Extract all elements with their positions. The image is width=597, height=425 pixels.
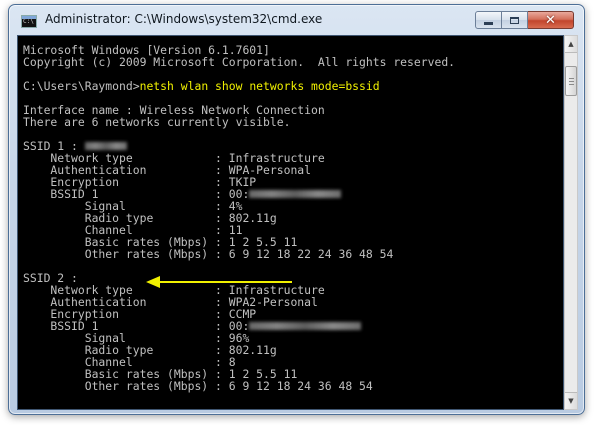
cmd-window: C:\ Administrator: C:\Windows\system32\c… <box>8 4 585 415</box>
cmd-icon-text: C:\ <box>23 18 34 25</box>
field-value: 802.11g <box>228 343 277 357</box>
console-text-area: Microsoft Windows [Version 6.1.7601] Cop… <box>23 44 455 392</box>
scroll-up-arrow-icon: ▲ <box>568 39 574 48</box>
minimize-icon <box>484 21 493 25</box>
console-output[interactable]: Microsoft Windows [Version 6.1.7601] Cop… <box>17 35 564 410</box>
redacted-bssid-2 <box>249 321 362 330</box>
grip-line <box>569 81 574 82</box>
scroll-down-arrow-icon: ▼ <box>568 396 574 405</box>
network-count-line: There are 6 networks currently visible. <box>23 115 291 129</box>
field-label: Other rates (Mbps) : <box>23 379 229 393</box>
ssid-1-other-rates: Other rates (Mbps) : 6 9 12 18 22 24 36 … <box>23 248 455 260</box>
field-value: 6 9 12 18 22 24 36 48 54 <box>228 247 394 261</box>
maximize-icon <box>510 16 519 24</box>
close-icon: ✕ <box>545 12 556 28</box>
annotation-arrow <box>146 276 292 288</box>
vertical-scrollbar[interactable]: ▲ ▼ <box>564 35 578 410</box>
close-button[interactable]: ✕ <box>528 11 574 29</box>
minimize-button[interactable] <box>475 11 502 29</box>
command-line: C:\Users\Raymond>netsh wlan show network… <box>23 80 455 92</box>
scroll-thumb[interactable] <box>565 66 577 96</box>
redacted-bssid-1 <box>249 189 342 198</box>
console-line: Copyright (c) 2009 Microsoft Corporation… <box>23 55 456 69</box>
typed-command: netsh wlan show networks mode=bssid <box>139 79 380 93</box>
field-value: 6 9 12 18 24 36 48 54 <box>228 379 373 393</box>
grip-line <box>569 78 574 79</box>
cmd-icon[interactable]: C:\ <box>21 15 37 28</box>
prompt: C:\Users\Raymond> <box>23 79 140 93</box>
scroll-up-button[interactable]: ▲ <box>565 36 577 53</box>
redacted-ssid-1 <box>84 141 127 150</box>
ssid-2-other-rates: Other rates (Mbps) : 6 9 12 18 24 36 48 … <box>23 380 455 392</box>
arrow-head <box>146 276 160 288</box>
window-title: Administrator: C:\Windows\system32\cmd.e… <box>45 12 323 26</box>
grip-line <box>569 84 574 85</box>
title-bar[interactable]: C:\ Administrator: C:\Windows\system32\c… <box>9 5 584 35</box>
maximize-button[interactable] <box>502 11 528 29</box>
scroll-down-button[interactable]: ▼ <box>565 392 577 409</box>
field-label: Other rates (Mbps) : <box>23 247 229 261</box>
